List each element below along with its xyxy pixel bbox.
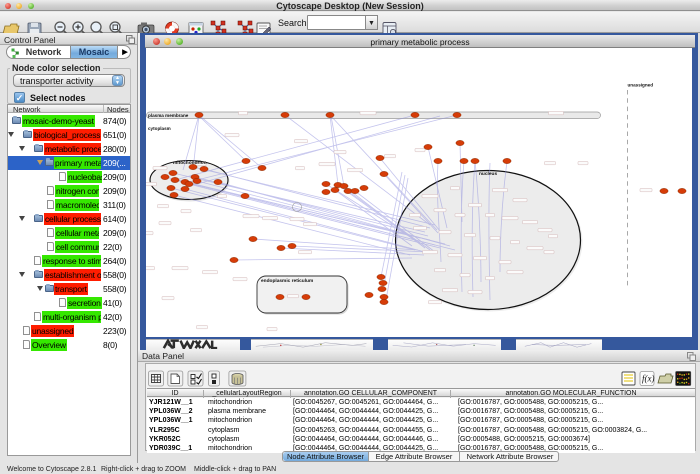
svg-text:plasma membrane: plasma membrane xyxy=(148,113,189,118)
svg-text:f(x): f(x) xyxy=(642,374,655,384)
svg-text:nucleus: nucleus xyxy=(479,171,497,177)
svg-text:mitochondrion: mitochondrion xyxy=(173,160,207,166)
svg-text:endoplasmic reticulum: endoplasmic reticulum xyxy=(261,278,313,284)
svg-text:unassigned: unassigned xyxy=(628,83,654,88)
svg-text:cytoplasm: cytoplasm xyxy=(148,126,171,131)
